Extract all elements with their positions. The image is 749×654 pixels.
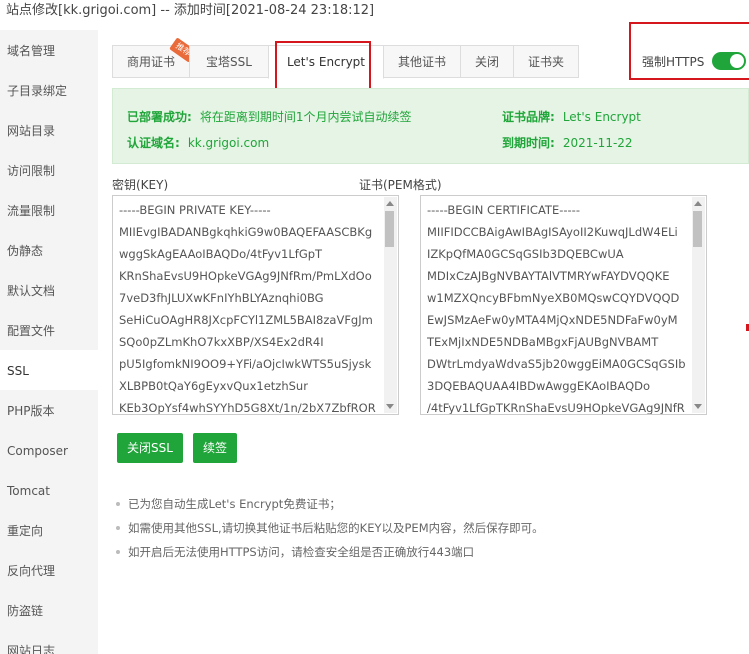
cert-line: 3DQEBAQUAA4IBDwAwggEKAoIBAQDo (427, 379, 651, 393)
cert-expire: 到期时间: 2021-11-22 (502, 134, 633, 151)
key-line: XLBPB0tQaY6gEyxvQux1etzhSur (119, 379, 308, 393)
sidebar-item-rewrite[interactable]: 伪静态 (0, 230, 98, 270)
key-line: pU5IgfomkNI9OO9+YFi/aOjcIwkWTS5uSjysk (119, 357, 372, 371)
key-textarea[interactable]: -----BEGIN PRIVATE KEY----- MIIEvgIBADAN… (112, 195, 399, 415)
tab-label: 证书夹 (528, 55, 565, 69)
scroll-thumb[interactable] (693, 211, 702, 247)
force-https: 强制HTTPS (642, 49, 747, 73)
cert-scrollbar[interactable] (692, 197, 705, 413)
cert-brand-value: Let's Encrypt (562, 110, 641, 124)
cert-line: EwJSMzAeFw0yMTA4MjQxNDE5NDFaFw0yM (427, 313, 678, 327)
tab-cert-folder[interactable]: 证书夹 (513, 45, 580, 78)
cert-textarea[interactable]: -----BEGIN CERTIFICATE----- MIIFIDCCBAig… (420, 195, 707, 415)
cert-line: MIIFIDCCBAigAwIBAgISAyoII2KuwqJLdW4ELi (427, 225, 678, 239)
cert-text: -----BEGIN CERTIFICATE----- MIIFIDCCBAig… (427, 199, 690, 415)
deploy-status: 已部署成功: 将在距离到期时间1个月内尝试自动续签 (127, 108, 411, 125)
tab-label: 宝塔SSL (206, 55, 252, 69)
tab-close[interactable]: 关闭 (460, 45, 515, 78)
sidebar-item-redirect[interactable]: 重定向 (0, 510, 98, 550)
scroll-down-icon[interactable] (694, 404, 702, 409)
cert-line: -----BEGIN CERTIFICATE----- (427, 203, 580, 217)
tab-commercial-cert[interactable]: 商用证书 推荐 (112, 37, 197, 78)
sidebar-item-hotlink[interactable]: 防盗链 (0, 590, 98, 630)
cert-label: 证书(PEM格式) (359, 178, 442, 192)
sidebar-item-tomcat[interactable]: Tomcat (0, 470, 98, 510)
main-panel: 商用证书 推荐 宝塔SSL Let's Encrypt 其他证书 关闭 证书夹 … (98, 22, 749, 654)
cert-line: w1MZXQncyBFbmNyeXB0MQswCQYDVQQD (427, 291, 680, 305)
sidebar-item-default-doc[interactable]: 默认文档 (0, 270, 98, 310)
sidebar-item-domain[interactable]: 域名管理 (0, 30, 98, 70)
cert-line: TExMjIxNDE5NDBaMBgxFjAUBgNVBAMT (427, 335, 659, 349)
tab-label: Let's Encrypt (286, 55, 366, 69)
key-line: KEb3OpYsf4whSYYhD5G8Xt/1n/2bX7ZbfROR (119, 401, 376, 415)
sidebar-item-composer[interactable]: Composer (0, 430, 98, 470)
sidebar-item-config[interactable]: 配置文件 (0, 310, 98, 350)
sidebar-item-php[interactable]: PHP版本 (0, 390, 98, 430)
scroll-up-icon[interactable] (694, 201, 702, 206)
tip-item: 如需使用其他SSL,请切换其他证书后粘贴您的KEY以及PEM内容，然后保存即可。 (112, 516, 544, 540)
renew-button[interactable]: 续签 (193, 433, 238, 463)
ssl-tabs: 商用证书 推荐 宝塔SSL Let's Encrypt 其他证书 关闭 证书夹 (112, 37, 580, 79)
scroll-down-icon[interactable] (386, 404, 394, 409)
key-line: -----BEGIN PRIVATE KEY----- (119, 203, 271, 217)
force-https-toggle[interactable] (712, 52, 747, 70)
cert-line: MDIxCzAJBgNVBAYTAlVTMRYwFAYDVQQKE (427, 269, 670, 283)
scroll-up-icon[interactable] (386, 201, 394, 206)
cert-info-panel: 已部署成功: 将在距离到期时间1个月内尝试自动续签 认证域名: kk.grigoi.… (112, 88, 749, 164)
key-line: MIIEvgIBADANBgkqhkiG9w0BAQEFAASCBKg (119, 225, 373, 239)
key-line: KRnShaEvsU9HOpkeVGAg9JNfRm/PmLXdOo (119, 269, 372, 283)
key-line: SQo0pZLmKhO7kxXBP/XS4Ex2dR4I (119, 335, 324, 349)
tips-list: 已为您自动生成Let's Encrypt免费证书； 如需使用其他SSL,请切换其… (112, 492, 544, 564)
cert-domain-key: 认证域名: (127, 136, 180, 150)
cert-expire-key: 到期时间: (502, 136, 555, 150)
cert-brand-key: 证书品牌: (502, 110, 555, 124)
sidebar-item-site-log[interactable]: 网站日志 (0, 630, 98, 654)
key-line: 7veD3fhJLUXwKFnIYhBLYAznqhi0BG (119, 291, 324, 305)
cert-domain-value: kk.grigoi.com (187, 136, 270, 150)
sidebar-item-access-limit[interactable]: 访问限制 (0, 150, 98, 190)
cert-line: DWtrLmdyaWdvaS5jb20wggEiMA0GCSqGSIb (427, 357, 686, 371)
tab-bt-ssl[interactable]: 宝塔SSL (189, 45, 269, 78)
tab-other-cert[interactable]: 其他证书 (383, 45, 462, 78)
sidebar-item-subdir[interactable]: 子目录绑定 (0, 70, 98, 110)
close-ssl-button[interactable]: 关闭SSL (117, 433, 183, 463)
sidebar-item-site-dir[interactable]: 网站目录 (0, 110, 98, 150)
key-text: -----BEGIN PRIVATE KEY----- MIIEvgIBADAN… (119, 199, 382, 415)
key-scrollbar[interactable] (384, 197, 397, 413)
deploy-status-value: 将在距离到期时间1个月内尝试自动续签 (199, 110, 412, 124)
sidebar: 域名管理 子目录绑定 网站目录 访问限制 流量限制 伪静态 默认文档 配置文件 … (0, 30, 98, 654)
window-title: 站点修改[kk.grigoi.com] -- 添加时间[2021-08-24 2… (0, 0, 749, 30)
toggle-knob (730, 54, 745, 68)
key-line: wggSkAgEAAoIBAQDo/4tFyv1LfGpT (119, 247, 323, 261)
tab-label: 商用证书 (127, 55, 176, 69)
force-https-label: 强制HTTPS (642, 54, 705, 69)
tip-item: 如开启后无法使用HTTPS访问，请检查安全组是否正确放行443端口 (112, 540, 544, 564)
scroll-thumb[interactable] (385, 211, 394, 247)
sidebar-item-traffic-limit[interactable]: 流量限制 (0, 190, 98, 230)
cert-expire-value: 2021-11-22 (562, 136, 633, 150)
deploy-status-key: 已部署成功: (127, 110, 192, 124)
cert-brand: 证书品牌: Let's Encrypt (502, 108, 641, 125)
tip-item: 已为您自动生成Let's Encrypt免费证书； (112, 492, 544, 516)
key-label: 密钥(KEY) (112, 178, 169, 192)
sidebar-item-reverse-proxy[interactable]: 反向代理 (0, 550, 98, 590)
cert-domain: 认证域名: kk.grigoi.com (127, 134, 269, 151)
cert-line: /4tFyv1LfGpTKRnShaEvsU9HOpkeVGAg9JNfR (427, 401, 685, 415)
tab-label: 其他证书 (398, 55, 447, 69)
cert-line: IZKpQfMA0GCSqGSIb3DQEBCwUA (427, 247, 624, 261)
tab-label: 关闭 (475, 55, 500, 69)
tab-lets-encrypt[interactable]: Let's Encrypt (267, 45, 385, 79)
key-line: SeHiCuOAgHR8JXcpFCYl1ZML5BAI8zaVFgJm (119, 313, 373, 327)
sidebar-item-ssl[interactable]: SSL (0, 350, 98, 390)
